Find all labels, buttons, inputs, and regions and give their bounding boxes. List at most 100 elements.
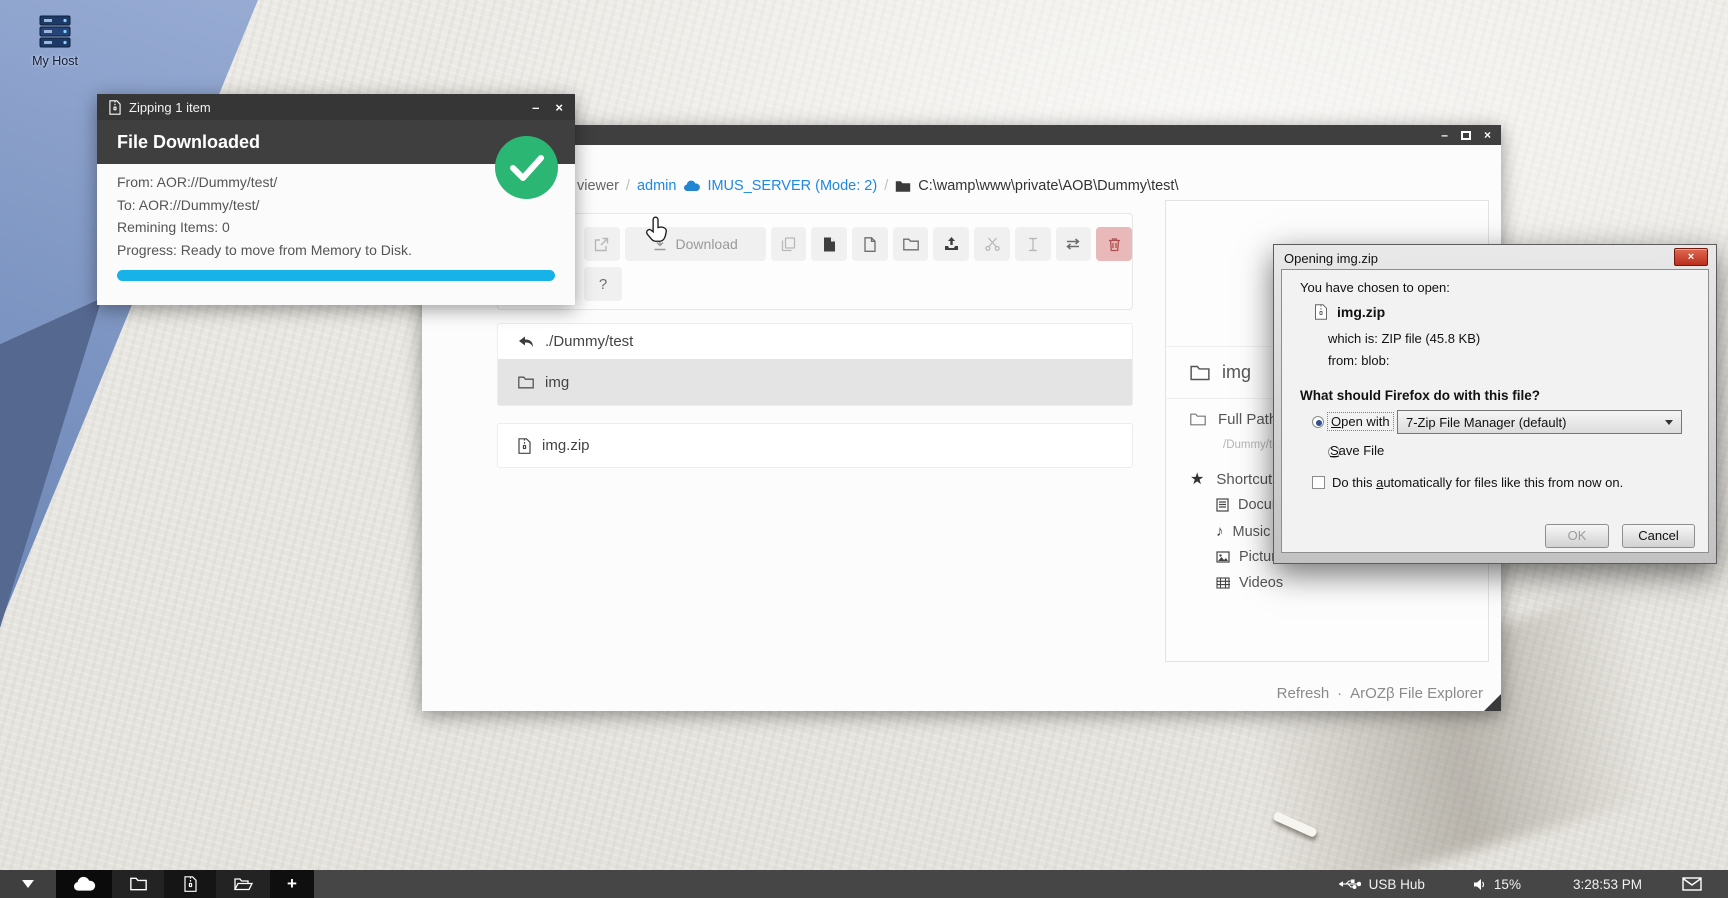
open-with-radio[interactable] [1312,416,1324,428]
do-automatically-label[interactable]: Do this automatically for files like thi… [1332,475,1623,490]
breadcrumb-viewer[interactable]: viewer [577,178,619,194]
breadcrumb-path[interactable]: C:\wamp\www\private\AOB\Dummy\test\ [918,178,1178,194]
cut-button[interactable] [974,227,1010,261]
from-value: blob: [1361,353,1389,368]
upload-icon [944,237,959,251]
open-with-selected-value: 7-Zip File Manager (default) [1406,415,1566,430]
folder-open-icon [234,877,253,891]
file-row-img-zip[interactable]: img.zip [498,424,1132,467]
minimize-icon[interactable]: – [1441,129,1448,141]
breadcrumb-separator: / [626,178,630,194]
new-file-button[interactable] [852,227,888,261]
app-name-label: ArOZβ File Explorer [1350,685,1483,702]
breadcrumb-server[interactable]: IMUS_SERVER (Mode: 2) [707,178,877,194]
desktop-icon-label: My Host [12,54,98,68]
zip-file-icon [518,438,531,454]
taskbar-menu-button[interactable] [0,870,56,898]
dialog-from-row: from: blob: [1328,353,1389,368]
volume-tray-item[interactable]: 15% [1473,877,1521,892]
zip-to-line: To: AOR://Dummy/test/ [117,194,555,217]
from-label: from: [1328,353,1358,368]
cut-icon [985,237,1000,251]
dialog-titlebar[interactable]: Opening img.zip [1274,245,1716,269]
save-file-label[interactable]: Save File [1330,443,1384,458]
usb-icon [1339,878,1361,890]
open-with-select[interactable]: 7-Zip File Manager (default) [1397,410,1682,434]
help-button[interactable]: ? [584,267,622,301]
folder-icon [1190,413,1206,426]
taskbar: + USB Hub 15% 3:28:53 PM [0,870,1728,898]
file-name: img.zip [542,437,590,454]
shortcut-videos[interactable]: Videos [1216,575,1283,591]
mail-tray-item[interactable] [1682,877,1702,891]
swap-button[interactable] [1056,227,1092,261]
dialog-title: Opening img.zip [1284,251,1378,266]
footer-separator: · [1337,685,1342,702]
new-folder-button[interactable] [893,227,929,261]
system-tray: USB Hub 15% 3:28:53 PM [1339,870,1728,898]
breadcrumb-admin[interactable]: admin [637,178,677,194]
desktop: My Host – × viewer / admin IMUS_SERVER (… [0,0,1728,898]
cancel-button[interactable]: Cancel [1622,524,1695,548]
taskbar-folder-button[interactable] [112,870,164,898]
zip-progress-line: Progress: Ready to move from Memory to D… [117,239,555,262]
download-icon [653,237,667,251]
taskbar-file-manager-button[interactable] [216,870,270,898]
open-with-rest: pen with [1341,414,1389,429]
selected-folder-name: img [1222,362,1251,383]
close-icon[interactable]: × [1674,248,1708,266]
zipping-window: Zipping 1 item – × File Downloaded From:… [97,94,575,305]
usb-tray-item[interactable]: USB Hub [1339,877,1425,892]
file-name: ./Dummy/test [545,333,633,350]
delete-button[interactable] [1096,227,1132,261]
taskbar-add-button[interactable]: + [270,870,314,898]
rename-button[interactable] [1015,227,1051,261]
copy-button[interactable] [771,227,807,261]
zipping-titlebar[interactable]: Zipping 1 item – × [97,94,575,120]
server-icon [12,14,98,50]
maximize-icon[interactable] [1461,131,1471,140]
new-folder-icon [903,238,919,251]
taskbar-cloud-button[interactable] [56,870,112,898]
upload-button[interactable] [933,227,969,261]
paste-button[interactable] [811,227,847,261]
open-with-label[interactable]: Open with [1328,413,1393,430]
open-external-button[interactable] [584,227,620,261]
taskbar-zip-button[interactable] [164,870,216,898]
progress-bar [117,270,555,281]
which-label: which is: [1328,331,1378,346]
download-button[interactable]: Download [625,227,766,261]
desktop-icon-my-host[interactable]: My Host [12,14,98,68]
which-value: ZIP file (45.8 KB) [1381,331,1480,346]
full-path-label: Full Path [1218,411,1277,428]
save-file-rest: ave File [1339,443,1385,458]
paste-icon [823,237,836,252]
close-icon[interactable]: × [555,101,563,114]
refresh-link[interactable]: Refresh [1277,685,1330,702]
ok-button[interactable]: OK [1545,524,1609,548]
file-row-parent[interactable]: ./Dummy/test [498,324,1132,359]
shortcut-music[interactable]: ♪ Music [1216,523,1270,540]
check-circle-icon [495,136,558,199]
minimize-icon[interactable]: – [532,101,539,114]
file-row-img[interactable]: img [498,359,1132,405]
zip-from-line: From: AOR://Dummy/test/ [117,171,555,194]
auto-label-pre: Do this [1332,475,1376,490]
cloud-icon [683,180,700,192]
explorer-titlebar[interactable]: – × [422,125,1501,145]
videos-icon [1216,577,1230,589]
star-icon: ★ [1190,469,1204,489]
zip-remaining-line: Remining Items: 0 [117,216,555,239]
rename-icon [1028,237,1038,252]
dialog-file-row: img.zip [1314,304,1385,320]
resize-handle[interactable] [1484,694,1501,711]
close-icon[interactable]: × [1484,129,1491,141]
zipping-window-title: Zipping 1 item [129,100,211,115]
explorer-footer: Refresh · ArOZβ File Explorer [1277,685,1483,702]
save-file-mnemonic: S [1330,443,1339,458]
breadcrumb-separator: / [884,178,888,194]
do-automatically-checkbox[interactable] [1312,476,1325,489]
clock-tray-item[interactable]: 3:28:53 PM [1573,877,1642,892]
toolbar: Download [497,213,1133,310]
zip-file-icon [109,100,121,115]
